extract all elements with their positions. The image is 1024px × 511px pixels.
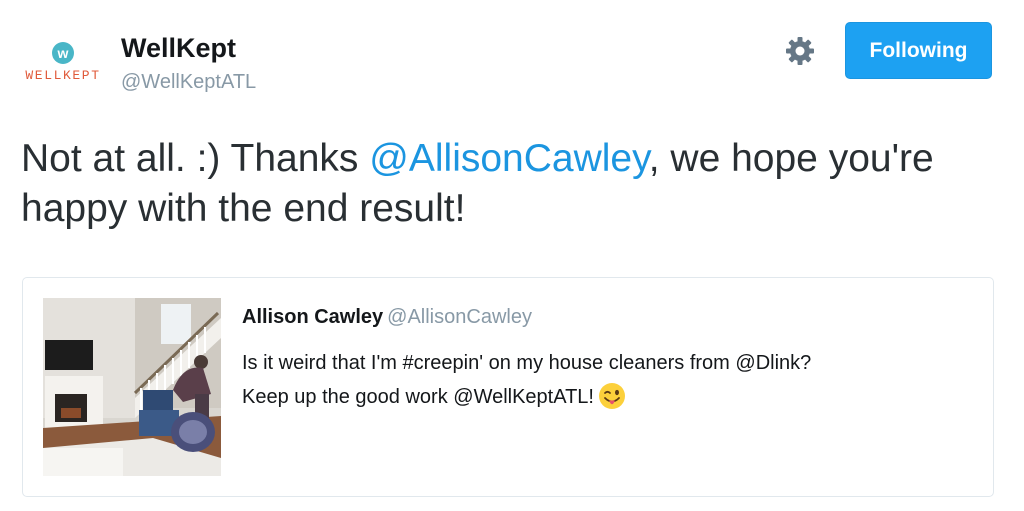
quoted-handle: @AllisonCawley xyxy=(387,306,532,328)
tweet-mention-link[interactable]: @AllisonCawley xyxy=(369,137,648,180)
quoted-text-line-1: Is it weird that I'm #creepin' on my hou… xyxy=(242,352,812,374)
quoted-text-line-2: Keep up the good work @WellKeptATL! xyxy=(242,380,972,414)
gear-icon[interactable] xyxy=(783,34,817,68)
avatar-wordmark: WELLKEPT xyxy=(25,68,101,83)
quoted-tweet-image[interactable] xyxy=(43,298,221,476)
author-avatar[interactable]: w WELLKEPT xyxy=(22,38,112,88)
quoted-display-name: Allison Cawley xyxy=(242,306,384,328)
following-button[interactable]: Following xyxy=(845,22,992,79)
quoted-text-line-2-text: Keep up the good work @WellKeptATL! xyxy=(242,386,594,408)
quoted-tweet-card[interactable]: Allison Cawley @AllisonCawley Is it weird… xyxy=(22,277,994,497)
tweet-text: Not at all. :) Thanks @AllisonCawley, we… xyxy=(21,134,981,234)
living-room-photo xyxy=(43,298,221,476)
author-display-name[interactable]: WellKept xyxy=(121,33,236,64)
author-handle[interactable]: @WellKeptATL xyxy=(121,71,256,94)
wellkept-logo-icon: w xyxy=(52,42,74,64)
tweet-text-before: Not at all. :) Thanks xyxy=(21,137,370,180)
quoted-author[interactable]: Allison Cawley @AllisonCawley xyxy=(242,306,532,329)
winking-face-with-tongue-icon xyxy=(598,382,625,409)
quoted-tweet-text: Is it weird that I'm #creepin' on my hou… xyxy=(242,346,972,414)
